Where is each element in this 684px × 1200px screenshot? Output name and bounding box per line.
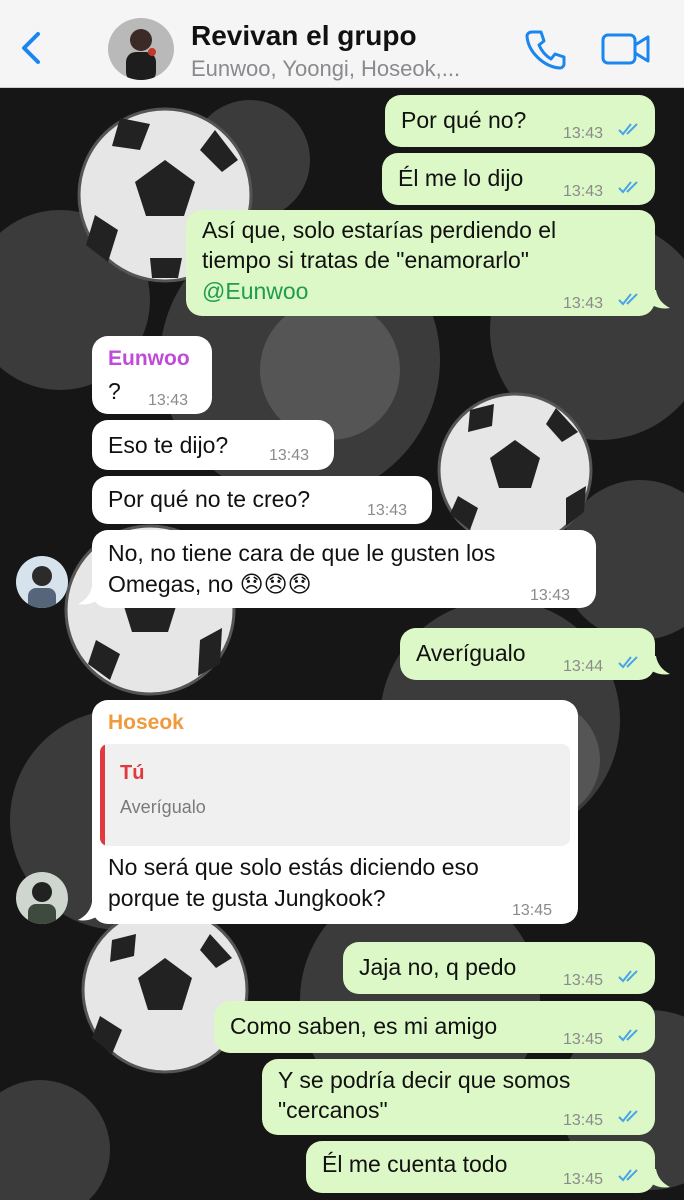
message-time: 13:43 xyxy=(563,125,604,142)
message-outgoing[interactable]: Averígualo 13:44 xyxy=(400,628,655,680)
message-time: 13:43 xyxy=(148,392,189,409)
message-outgoing[interactable]: Jaja no, q pedo 13:45 xyxy=(343,942,655,994)
chat-participants[interactable]: Eunwoo, Yoongi, Hoseok,... xyxy=(191,56,460,82)
message-text: Él me lo dijo xyxy=(398,165,524,191)
message-outgoing[interactable]: Por qué no? 13:43 xyxy=(385,95,655,147)
message-text: ? xyxy=(108,378,121,404)
message-time: 13:44 xyxy=(563,658,604,675)
message-time: 13:45 xyxy=(563,1031,604,1048)
message-time: 13:43 xyxy=(269,447,310,464)
message-text-line-2: Omegas, no 😞😞😞 xyxy=(108,571,312,597)
double-check-icon xyxy=(618,1110,638,1123)
message-text: Eso te dijo? xyxy=(108,432,229,458)
quote-text: Averígualo xyxy=(120,797,206,817)
phone-icon xyxy=(525,30,566,70)
message-text: Por qué no te creo? xyxy=(108,486,311,512)
message-text-line-1: No será que solo estás diciendo eso xyxy=(108,854,479,880)
message-time: 13:43 xyxy=(563,183,604,200)
message-time: 13:43 xyxy=(530,587,571,604)
message-text-line-1: Así que, solo estarías perdiendo el xyxy=(202,217,557,243)
message-incoming[interactable]: No, no tiene cara de que le gusten los O… xyxy=(92,530,596,608)
message-time: 13:45 xyxy=(563,1112,604,1129)
video-camera-icon xyxy=(601,33,650,65)
message-text-line-1: Y se podría decir que somos xyxy=(278,1067,571,1093)
sender-name: Hoseok xyxy=(108,711,184,734)
double-check-icon xyxy=(618,293,638,306)
avatar[interactable] xyxy=(16,556,68,608)
quote-accent-bar xyxy=(100,744,105,846)
message-incoming[interactable]: Por qué no te creo? 13:43 xyxy=(92,476,432,524)
sender-name: Eunwoo xyxy=(108,347,190,370)
message-text: Jaja no, q pedo xyxy=(359,954,517,980)
message-outgoing[interactable]: Y se podría decir que somos "cercanos" 1… xyxy=(262,1059,655,1135)
message-incoming[interactable]: Hoseok Tú Averígualo No será que solo es… xyxy=(92,700,578,924)
message-time: 13:45 xyxy=(563,1171,604,1188)
chevron-left-icon xyxy=(22,32,40,64)
message-outgoing[interactable]: Él me cuenta todo 13:45 xyxy=(306,1141,655,1193)
message-time: 13:45 xyxy=(512,902,553,919)
double-check-icon xyxy=(618,970,638,983)
mention-link[interactable]: @Eunwoo xyxy=(202,276,308,306)
message-outgoing[interactable]: Él me lo dijo 13:43 xyxy=(382,153,655,205)
message-time: 13:43 xyxy=(367,502,408,519)
bubble-tail xyxy=(78,586,98,605)
chat-title[interactable]: Revivan el grupo xyxy=(191,20,417,52)
message-time: 13:43 xyxy=(563,295,604,312)
double-check-icon xyxy=(618,1029,638,1042)
message-text-line-2: porque te gusta Jungkook? xyxy=(108,885,386,911)
video-call-button[interactable] xyxy=(600,30,652,68)
quote-author: Tú xyxy=(120,762,145,784)
bubble-tail xyxy=(650,656,670,675)
message-text: Averígualo xyxy=(416,640,526,666)
bubble-tail xyxy=(650,290,670,309)
double-check-icon xyxy=(618,1169,638,1182)
message-outgoing[interactable]: Como saben, es mi amigo 13:45 xyxy=(214,1001,655,1053)
group-avatar[interactable] xyxy=(108,18,174,80)
message-text-line-1: No, no tiene cara de que le gusten los xyxy=(108,540,496,566)
message-text: Como saben, es mi amigo xyxy=(230,1013,498,1039)
message-text: Él me cuenta todo xyxy=(322,1151,508,1177)
quoted-message[interactable]: Tú Averígualo xyxy=(100,744,570,846)
double-check-icon xyxy=(618,656,638,669)
avatar[interactable] xyxy=(16,872,68,924)
back-button[interactable] xyxy=(12,28,48,68)
voice-call-button[interactable] xyxy=(524,28,566,70)
message-text-line-2: tiempo si tratas de "enamorarlo" xyxy=(202,247,529,273)
bubble-tail xyxy=(650,1169,670,1188)
message-text: Por qué no? xyxy=(401,107,527,133)
message-outgoing[interactable]: Así que, solo estarías perdiendo el tiem… xyxy=(186,210,655,316)
message-text-line-2: "cercanos" xyxy=(278,1097,388,1123)
bubble-tail xyxy=(78,902,98,921)
double-check-icon xyxy=(618,123,638,136)
double-check-icon xyxy=(618,181,638,194)
message-incoming[interactable]: Eunwoo ? 13:43 xyxy=(92,336,212,414)
message-time: 13:45 xyxy=(563,972,604,989)
message-incoming[interactable]: Eso te dijo? 13:43 xyxy=(92,420,334,470)
chat-header: Revivan el grupo Eunwoo, Yoongi, Hoseok,… xyxy=(0,0,684,88)
